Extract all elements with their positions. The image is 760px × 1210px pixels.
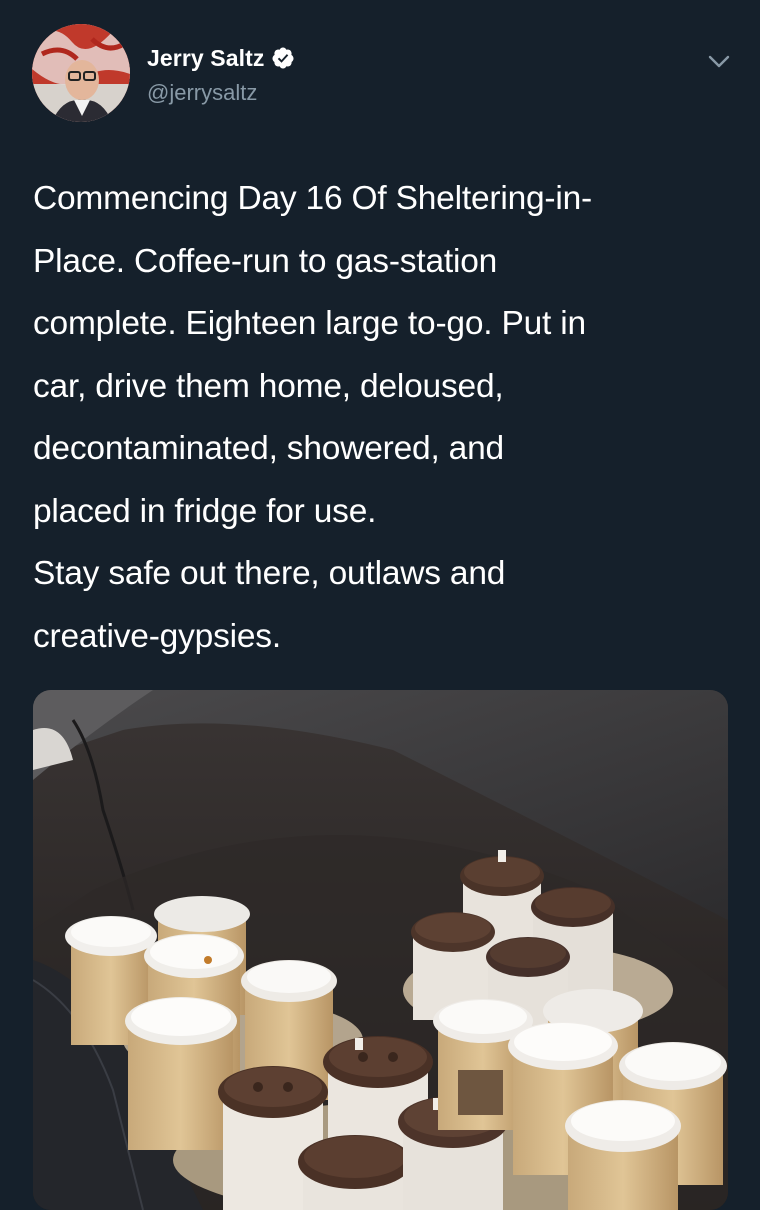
tweet-text: Commencing Day 16 Of Sheltering-in- Plac… xyxy=(33,168,733,668)
tweet-line: car, drive them home, deloused, xyxy=(33,367,504,405)
tweet-line: creative-gypsies. xyxy=(33,617,281,655)
tweet-line: placed in fridge for use. xyxy=(33,492,377,530)
user-handle[interactable]: @jerrysaltz xyxy=(147,80,257,106)
tweet-line: decontaminated, showered, and xyxy=(33,430,504,467)
chevron-down-icon[interactable] xyxy=(704,46,734,76)
tweet-line: Commencing Day 16 Of Sheltering-in- xyxy=(33,180,593,217)
avatar[interactable] xyxy=(32,24,130,122)
profile-photo xyxy=(32,24,130,122)
verified-badge-icon xyxy=(272,47,294,69)
tweet-line: Place. Coffee-run to gas-station xyxy=(33,242,498,280)
coffee-cups-photo xyxy=(33,690,728,1210)
display-name[interactable]: Jerry Saltz xyxy=(147,45,264,72)
tweet-photo[interactable] xyxy=(33,690,728,1210)
tweet-line: Stay safe out there, outlaws and xyxy=(33,555,506,592)
tweet-card: Jerry Saltz @jerrysaltz Commencing Day 1… xyxy=(0,0,760,1210)
tweet-line: complete. Eighteen large to-go. Put in xyxy=(33,305,586,342)
name-row: Jerry Saltz xyxy=(147,42,295,74)
